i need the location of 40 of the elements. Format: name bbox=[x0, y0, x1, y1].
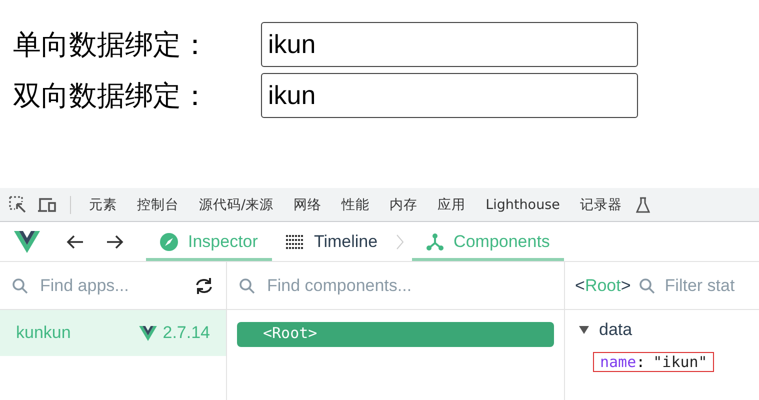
field-label: 双向数据绑定： bbox=[13, 78, 210, 114]
input-field[interactable]: ikun bbox=[261, 22, 638, 67]
devtools-tab[interactable]: Lighthouse bbox=[480, 188, 566, 221]
devtools-tab[interactable]: 内存 bbox=[384, 188, 424, 221]
section-title: data bbox=[599, 320, 632, 340]
app-name: kunkun bbox=[16, 323, 72, 343]
timeline-icon bbox=[286, 234, 304, 248]
field-key: name bbox=[600, 353, 636, 371]
field-label: 单向数据绑定： bbox=[13, 26, 210, 62]
vue-logo-icon bbox=[14, 230, 40, 252]
panel-tab[interactable]: Timeline bbox=[272, 222, 392, 261]
chevron-icon bbox=[396, 234, 404, 250]
component-tree-icon bbox=[426, 232, 444, 250]
flask-icon bbox=[636, 196, 650, 212]
devtools-tab[interactable]: 元素 bbox=[83, 188, 123, 221]
bracket-text: < bbox=[575, 276, 585, 294]
devtools-tab[interactable]: 控制台 bbox=[131, 188, 185, 221]
search-icon bbox=[638, 278, 655, 294]
devtools-tab[interactable]: 记录器 bbox=[574, 188, 628, 221]
search-icon bbox=[239, 278, 255, 294]
field-value: "ikun" bbox=[653, 353, 708, 371]
devtools-tab[interactable]: 源代码/来源 bbox=[193, 188, 280, 221]
devtools-tab[interactable]: 性能 bbox=[336, 188, 376, 221]
search-field[interactable]: Find components... bbox=[265, 274, 552, 296]
devtools-tab[interactable]: 应用 bbox=[432, 188, 472, 221]
devtools-tab[interactable]: 网络 bbox=[288, 188, 328, 221]
select-element-icon[interactable] bbox=[8, 194, 28, 214]
back-arrow-icon[interactable] bbox=[66, 234, 84, 248]
search-field[interactable]: Find apps... bbox=[38, 274, 184, 296]
input-field[interactable]: ikun bbox=[261, 73, 638, 118]
forward-arrow-icon[interactable] bbox=[106, 234, 124, 248]
bracket-text: > bbox=[620, 276, 631, 294]
expand-triangle-icon[interactable] bbox=[579, 326, 589, 334]
search-field[interactable]: Filter stat bbox=[662, 274, 759, 296]
search-icon bbox=[12, 278, 28, 294]
vue-logo-icon bbox=[138, 326, 157, 340]
separator-text: : bbox=[636, 353, 646, 371]
refresh-icon[interactable] bbox=[194, 276, 214, 294]
version-text: 2.7.14 bbox=[162, 323, 210, 343]
compass-icon bbox=[160, 232, 178, 250]
